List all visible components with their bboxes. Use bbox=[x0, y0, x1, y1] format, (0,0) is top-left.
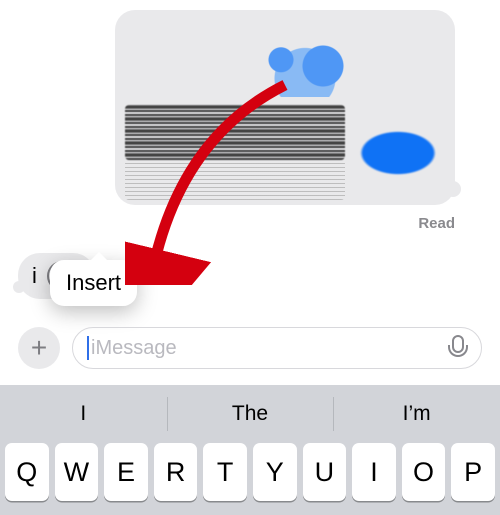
redacted-region bbox=[125, 105, 345, 160]
key-e[interactable]: E bbox=[104, 443, 148, 501]
key-q[interactable]: Q bbox=[5, 443, 49, 501]
key-y[interactable]: Y bbox=[253, 443, 297, 501]
insert-popover[interactable]: Insert bbox=[50, 260, 137, 306]
key-t[interactable]: T bbox=[203, 443, 247, 501]
conversation-area: Read i Insert + iMessage bbox=[0, 0, 500, 385]
message-input-placeholder: iMessage bbox=[91, 337, 177, 360]
text-cursor bbox=[87, 336, 89, 360]
redacted-region bbox=[125, 160, 345, 200]
compose-bar: + iMessage bbox=[0, 320, 500, 376]
key-w[interactable]: W bbox=[55, 443, 99, 501]
read-receipt: Read bbox=[418, 215, 455, 232]
message-input[interactable]: iMessage bbox=[72, 327, 482, 369]
microphone-icon[interactable] bbox=[447, 335, 467, 361]
draft-text: i bbox=[32, 263, 37, 289]
suggestion-bar: I The I’m bbox=[0, 385, 500, 443]
suggestion[interactable]: The bbox=[167, 385, 334, 443]
key-o[interactable]: O bbox=[402, 443, 446, 501]
suggestion[interactable]: I’m bbox=[333, 385, 500, 443]
plus-icon: + bbox=[31, 332, 47, 364]
key-i[interactable]: I bbox=[352, 443, 396, 501]
redacted-region bbox=[245, 35, 365, 97]
add-button[interactable]: + bbox=[18, 327, 60, 369]
keyboard: I The I’m Q W E R T Y U I O P bbox=[0, 385, 500, 515]
insert-popover-label: Insert bbox=[66, 270, 121, 295]
received-message-bubble[interactable] bbox=[115, 10, 455, 205]
keyboard-row-1: Q W E R T Y U I O P bbox=[0, 443, 500, 509]
key-p[interactable]: P bbox=[451, 443, 495, 501]
suggestion[interactable]: I bbox=[0, 385, 167, 443]
key-u[interactable]: U bbox=[303, 443, 347, 501]
redacted-region bbox=[353, 127, 443, 179]
key-r[interactable]: R bbox=[154, 443, 198, 501]
